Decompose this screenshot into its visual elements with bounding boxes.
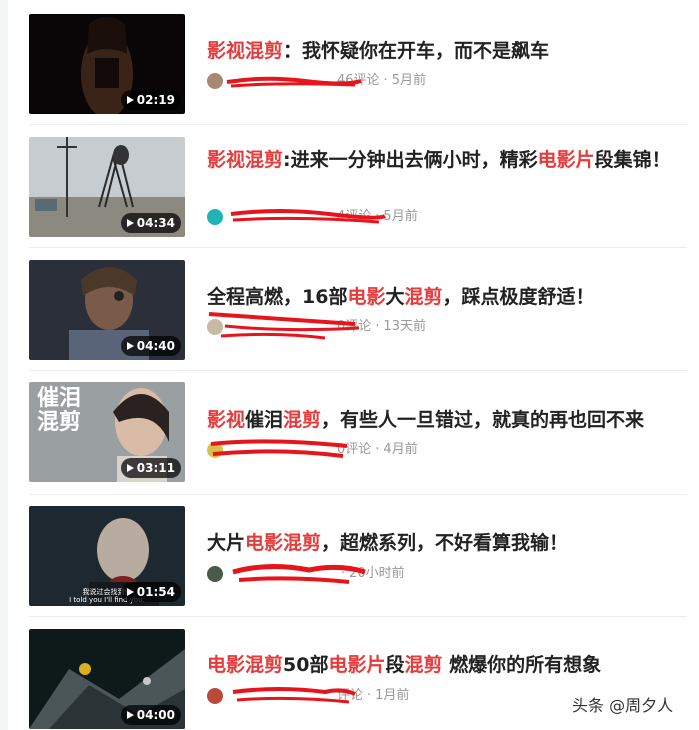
comment-count: 0评论	[337, 442, 372, 457]
meta-separator: ·	[367, 688, 372, 703]
item-divider	[29, 247, 687, 248]
play-icon	[126, 96, 134, 104]
item-divider	[29, 616, 687, 617]
left-edge-bar	[0, 0, 8, 730]
publish-time: 5月前	[391, 73, 426, 88]
video-title[interactable]: 大片电影混剪，超燃系列，不好看算我输！	[207, 528, 679, 558]
source-watermark: 头条 @周夕人	[572, 696, 674, 715]
author-avatar[interactable]	[207, 688, 223, 704]
author-avatar[interactable]	[207, 442, 223, 458]
video-title[interactable]: 影视催泪混剪，有些人一旦错过，就真的再也回不来	[207, 405, 679, 435]
publish-time: 1月前	[375, 688, 410, 703]
video-meta: · 20小时前	[207, 565, 405, 583]
duration-badge: 04:34	[120, 213, 181, 233]
video-thumbnail[interactable]: 02:19	[29, 14, 185, 114]
comment-count: 评论	[337, 688, 364, 703]
publish-time: 20小时前	[349, 566, 405, 581]
author-avatar[interactable]	[207, 73, 223, 89]
author-avatar[interactable]	[207, 566, 223, 582]
video-title[interactable]: 影视混剪:进来一分钟出去俩小时，精彩电影片段集锦！	[207, 145, 679, 175]
comment-count: 46评论	[337, 73, 380, 88]
duration-badge: 04:40	[120, 336, 181, 356]
video-meta: 4评论 · 5月前	[207, 208, 418, 226]
play-icon	[126, 464, 134, 472]
play-icon	[126, 342, 134, 350]
video-thumbnail[interactable]: 我说过会找到你 I told you I'll find you. 01:54	[29, 506, 185, 606]
play-icon	[126, 588, 134, 596]
item-divider	[29, 494, 687, 495]
author-avatar[interactable]	[207, 319, 223, 335]
item-divider	[29, 124, 687, 125]
video-thumbnail[interactable]: 04:40	[29, 260, 185, 360]
author-avatar[interactable]	[207, 209, 223, 225]
publish-time: 13天前	[383, 319, 426, 334]
video-meta: 0评论 · 13天前	[207, 318, 426, 336]
duration-badge: 03:11	[120, 458, 181, 478]
video-meta: 评论 · 1月前	[207, 687, 409, 705]
item-divider	[29, 370, 687, 371]
meta-separator: ·	[383, 73, 388, 88]
play-icon	[126, 219, 134, 227]
meta-separator: ·	[375, 442, 380, 457]
video-thumbnail[interactable]: 催泪混剪 03:11	[29, 382, 185, 482]
comment-count: 0评论	[337, 319, 372, 334]
video-meta: 0评论 · 4月前	[207, 441, 418, 459]
comment-count: 4评论	[337, 209, 372, 224]
video-title[interactable]: 影视混剪：我怀疑你在开车，而不是飙车	[207, 36, 679, 66]
publish-time: 5月前	[383, 209, 418, 224]
video-meta: 46评论 · 5月前	[207, 72, 426, 90]
video-title[interactable]: 电影混剪50部电影片段混剪 燃爆你的所有想象	[207, 650, 679, 680]
video-title[interactable]: 全程高燃，16部电影大混剪，踩点极度舒适！	[207, 282, 679, 312]
video-thumbnail[interactable]: 04:34	[29, 137, 185, 237]
video-thumbnail[interactable]: 04:00	[29, 629, 185, 729]
duration-badge: 01:54	[120, 582, 181, 602]
duration-badge: 02:19	[120, 90, 181, 110]
publish-time: 4月前	[383, 442, 418, 457]
thumbnail-caption: 催泪混剪	[37, 385, 82, 435]
meta-separator: ·	[375, 319, 380, 334]
meta-separator: ·	[341, 566, 346, 581]
play-icon	[126, 711, 134, 719]
meta-separator: ·	[375, 209, 380, 224]
duration-badge: 04:00	[120, 705, 181, 725]
